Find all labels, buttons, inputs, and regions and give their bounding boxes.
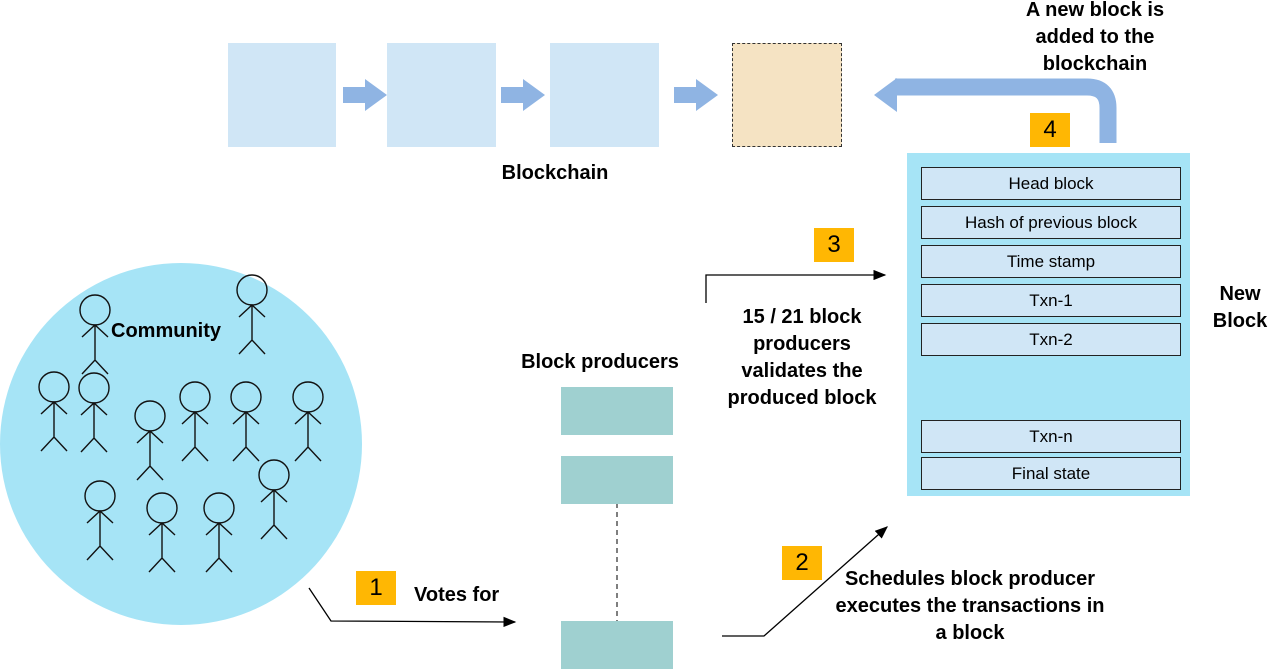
step-3-badge: 3 xyxy=(814,228,854,262)
step-4-arrow xyxy=(895,78,1117,143)
chain-block-3 xyxy=(550,43,659,147)
chain-arrow-1 xyxy=(343,79,387,111)
producer-block-n xyxy=(561,621,673,669)
block-producers-label: Block producers xyxy=(521,351,679,373)
step-4-badge: 4 xyxy=(1030,113,1070,147)
producer-block-1 xyxy=(561,387,673,435)
new-block-label: New Block xyxy=(1212,283,1268,332)
producer-block-2 xyxy=(561,456,673,504)
step-3-connector xyxy=(705,269,887,303)
field-txn-1: Txn-1 xyxy=(921,284,1181,317)
chain-arrow-3 xyxy=(674,79,718,111)
chain-block-2 xyxy=(387,43,496,147)
step-4-arrowhead xyxy=(874,78,897,112)
blockchain-label: Blockchain xyxy=(501,162,609,184)
step-4-text: A new block is added to the blockchain xyxy=(1025,0,1165,75)
field-hash-previous: Hash of previous block xyxy=(921,206,1181,239)
chain-arrow-2 xyxy=(501,79,545,111)
new-block: Head block Hash of previous block Time s… xyxy=(907,153,1190,496)
field-txn-2: Txn-2 xyxy=(921,323,1181,356)
step-2-text: Schedules block producer executes the tr… xyxy=(835,568,1105,644)
step-1-text: Votes for xyxy=(414,584,500,606)
step-1-badge: 1 xyxy=(356,571,396,605)
field-time-stamp: Time stamp xyxy=(921,245,1181,278)
community-label: Community xyxy=(111,320,221,342)
step-3-text: 15 / 21 block producers validates the pr… xyxy=(727,306,877,409)
step-2-badge: 2 xyxy=(782,546,822,580)
chain-block-1 xyxy=(228,43,336,147)
field-final-state: Final state xyxy=(921,457,1181,490)
chain-block-new xyxy=(732,43,842,147)
field-head-block: Head block xyxy=(921,167,1181,200)
field-txn-n: Txn-n xyxy=(921,420,1181,453)
